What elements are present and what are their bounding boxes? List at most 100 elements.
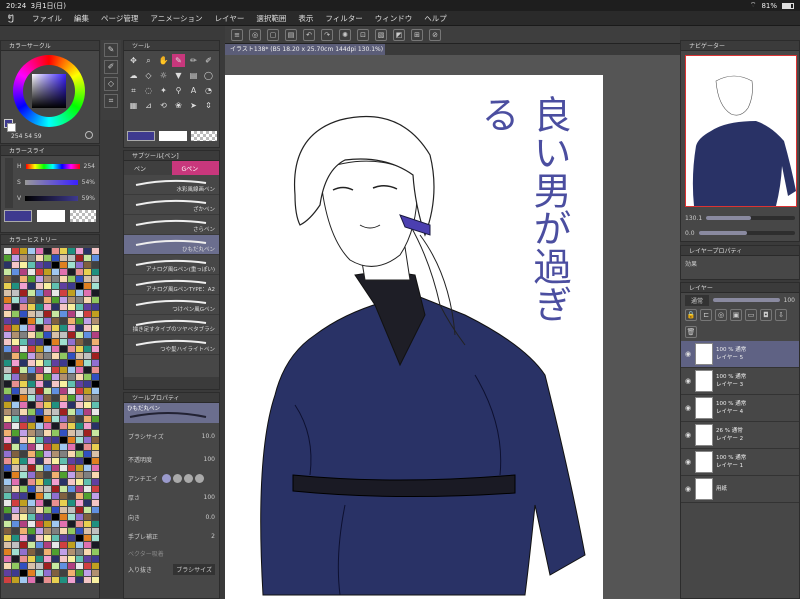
navigator-preview[interactable] xyxy=(685,55,797,207)
menu-file[interactable]: ファイル xyxy=(26,11,68,26)
eyedropper-icon[interactable]: ⚲ xyxy=(172,84,185,97)
new-folder-icon[interactable]: ▭ xyxy=(745,309,757,321)
tab-pen[interactable]: ペン xyxy=(124,161,172,175)
brush-size-row[interactable]: ブラシサイズ 10.0 xyxy=(124,423,219,449)
new-file-icon[interactable]: ▢ xyxy=(267,28,279,41)
blend-icon[interactable]: ☼ xyxy=(157,69,170,82)
brush-item[interactable]: 描き足すタイプのツヤベタブラシ xyxy=(124,315,219,335)
figure-icon[interactable]: ◯ xyxy=(202,69,215,82)
slider-mode-tabs[interactable] xyxy=(5,158,13,208)
transform-icon[interactable]: ⊞ xyxy=(411,28,423,41)
vector-row[interactable]: ベクター吸着 xyxy=(124,545,219,561)
select-tool-icon[interactable]: ⌗ xyxy=(104,94,118,108)
move-icon[interactable]: ✥ xyxy=(127,54,140,67)
nav-zoom-slider[interactable] xyxy=(706,216,795,220)
snap-icon[interactable]: ⊘ xyxy=(429,28,441,41)
fill-icon[interactable]: ▼ xyxy=(172,69,185,82)
menu-page[interactable]: ページ管理 xyxy=(95,11,144,26)
thickness-row[interactable]: 厚さ 100 xyxy=(124,487,219,507)
layer-row[interactable]: ◉ 100 % 通常 レイヤー 3 xyxy=(681,368,799,395)
reference-icon[interactable]: ◎ xyxy=(715,309,727,321)
eraser-tool-icon[interactable]: ◇ xyxy=(104,77,118,91)
eraser-icon[interactable]: ◇ xyxy=(142,69,155,82)
blend-mode-select[interactable]: 通常 xyxy=(685,294,710,306)
canvas-paper[interactable]: 良い男が過ぎる xyxy=(225,75,603,599)
menu-icon[interactable]: ≡ xyxy=(231,28,243,41)
sub-color-swatch[interactable] xyxy=(7,123,16,132)
opacity-row[interactable]: 不透明度 100 xyxy=(124,449,219,469)
current-main-color[interactable] xyxy=(4,210,32,222)
deselect-icon[interactable]: ⊡ xyxy=(357,28,369,41)
text-icon[interactable]: A xyxy=(187,84,200,97)
saturation-value-square[interactable] xyxy=(32,74,66,108)
redo-icon[interactable]: ↷ xyxy=(321,28,333,41)
frame-icon[interactable]: ▦ xyxy=(127,99,140,112)
eye-icon[interactable]: ◉ xyxy=(684,458,692,466)
zoom-icon[interactable]: ⌕ xyxy=(142,54,155,67)
pen-tool-icon[interactable]: ✎ xyxy=(104,43,118,57)
layer-move-icon[interactable]: ⇕ xyxy=(202,99,215,112)
airbrush-icon[interactable]: ☁ xyxy=(127,69,140,82)
loading-icon[interactable]: ✺ xyxy=(339,28,351,41)
tool-transparent-color[interactable] xyxy=(191,131,217,141)
transparent-color[interactable] xyxy=(70,210,96,222)
layer-row[interactable]: ◉ 26 % 通常 レイヤー 2 xyxy=(681,422,799,449)
eye-icon[interactable]: ◉ xyxy=(684,485,692,493)
layer-row[interactable]: ◉ 用紙 xyxy=(681,476,799,503)
layer-row[interactable]: ◉ 100 % 通常 レイヤー 1 xyxy=(681,449,799,476)
layer-row[interactable]: ◉ 100 % 通常 レイヤー 5 xyxy=(681,341,799,368)
eye-icon[interactable]: ◉ xyxy=(684,377,692,385)
eyedropper-small-icon[interactable] xyxy=(85,131,93,139)
stabilize-row[interactable]: 手ブレ補正 2 xyxy=(124,527,219,545)
operation-icon[interactable]: ➤ xyxy=(187,99,200,112)
brush-item[interactable]: さらペン xyxy=(124,215,219,235)
mask-icon[interactable]: ◘ xyxy=(760,309,772,321)
hand-icon[interactable]: ✋ xyxy=(157,54,170,67)
nav-rotate-slider[interactable] xyxy=(698,231,795,235)
nav-rotate-value[interactable]: 0.0 xyxy=(685,230,695,237)
brush-item[interactable]: ひもだ丸ペン xyxy=(124,235,219,255)
menu-edit[interactable]: 編集 xyxy=(68,11,95,26)
clip-icon[interactable]: ◎ xyxy=(249,28,261,41)
h-slider[interactable] xyxy=(25,163,80,169)
tool-sub-color[interactable] xyxy=(159,131,187,141)
menu-selection[interactable]: 選択範囲 xyxy=(250,11,292,26)
inout-row[interactable]: 入り抜き ブラシサイズ xyxy=(124,561,219,577)
clear-icon[interactable]: ▧ xyxy=(375,28,387,41)
eye-icon[interactable]: ◉ xyxy=(684,350,692,358)
s-slider[interactable] xyxy=(24,179,78,185)
tool-main-color[interactable] xyxy=(127,131,155,141)
current-sub-color[interactable] xyxy=(37,210,65,222)
balloon-icon[interactable]: ◔ xyxy=(202,84,215,97)
brush-item[interactable]: つや髪ハイライトペン xyxy=(124,335,219,355)
save-icon[interactable]: ▤ xyxy=(285,28,297,41)
clip-layer-icon[interactable]: ⊏ xyxy=(700,309,712,321)
menu-layer[interactable]: レイヤー xyxy=(209,11,251,26)
layer-opacity-value[interactable]: 100 xyxy=(784,297,795,304)
brush-item[interactable]: ざかペン xyxy=(124,195,219,215)
correct-icon[interactable]: ⟲ xyxy=(157,99,170,112)
eye-icon[interactable]: ◉ xyxy=(684,404,692,412)
select-icon[interactable]: ⌗ xyxy=(127,84,140,97)
gradient-icon[interactable]: ▤ xyxy=(187,69,200,82)
menu-help[interactable]: ヘルプ xyxy=(418,11,453,26)
decoration-icon[interactable]: ❀ xyxy=(172,99,185,112)
brush-item[interactable]: アナログ風GペンTYPE：A2 xyxy=(124,275,219,295)
brush-icon[interactable]: ✐ xyxy=(202,54,215,67)
brush-tool-icon[interactable]: ✐ xyxy=(104,60,118,74)
clip-studio-logo-icon[interactable]: ໆ xyxy=(4,12,18,24)
antialias-dots[interactable] xyxy=(161,473,204,483)
brush-item[interactable]: 水彩風線画ペン xyxy=(124,175,219,195)
fill-icon[interactable]: ◩ xyxy=(393,28,405,41)
brush-item[interactable]: つけペン風Gペン xyxy=(124,295,219,315)
undo-icon[interactable]: ↶ xyxy=(303,28,315,41)
lasso-icon[interactable]: ◌ xyxy=(142,84,155,97)
brush-item[interactable]: アナログ風Gペン(重っぽい) xyxy=(124,255,219,275)
auto-select-icon[interactable]: ✦ xyxy=(157,84,170,97)
eye-icon[interactable]: ◉ xyxy=(684,431,692,439)
layer-opacity-slider[interactable] xyxy=(713,298,780,302)
color-history-grid[interactable] xyxy=(1,245,99,586)
lock-icon[interactable]: 🔒 xyxy=(685,309,697,321)
menu-filter[interactable]: フィルター xyxy=(319,11,368,26)
new-layer-icon[interactable]: ▣ xyxy=(730,309,742,321)
